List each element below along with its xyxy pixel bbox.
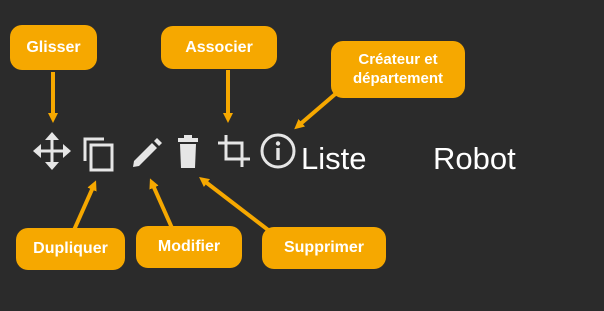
callout-delete-label: Supprimer (283, 239, 364, 256)
callout-creator-label-line1: Créateur et (358, 50, 438, 68)
copy-icon[interactable] (78, 133, 118, 173)
callout-edit: Modifier (136, 226, 242, 268)
callout-edit-label: Modifier (157, 238, 221, 255)
callout-associate-label: Associer (185, 38, 253, 56)
info-icon[interactable] (258, 131, 298, 171)
crop-icon[interactable] (214, 131, 254, 171)
callout-creator-label-line2: département (352, 69, 444, 87)
callout-duplicate: Dupliquer (16, 228, 125, 270)
trash-icon[interactable] (168, 132, 208, 172)
pencil-icon[interactable] (126, 133, 166, 173)
callout-creator-department: Créateur et département (331, 41, 465, 98)
arrow-edit (149, 178, 174, 229)
column-header-list[interactable]: Liste (301, 139, 366, 179)
callout-drag-label: Glisser (26, 38, 81, 56)
arrow-creator (294, 88, 342, 130)
callout-associate: Associer (161, 26, 277, 69)
callout-duplicate-label: Dupliquer (33, 240, 108, 257)
column-header-robot[interactable]: Robot (433, 139, 516, 179)
callout-drag: Glisser (10, 25, 97, 70)
arrow-duplicate (72, 180, 97, 231)
move-icon[interactable] (32, 131, 72, 171)
callout-delete: Supprimer (262, 227, 386, 269)
